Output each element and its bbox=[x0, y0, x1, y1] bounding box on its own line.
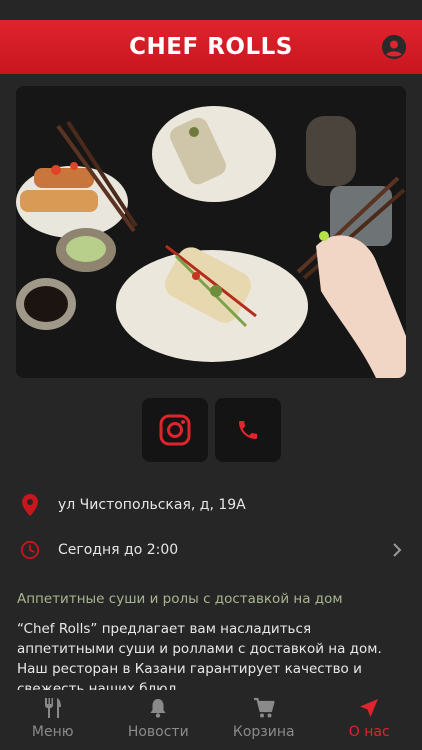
nav-cart[interactable]: Корзина bbox=[211, 690, 317, 750]
sushi-photo bbox=[16, 86, 406, 378]
clock-icon bbox=[20, 540, 40, 560]
nav-news[interactable]: Новости bbox=[106, 690, 212, 750]
nav-news-label: Новости bbox=[127, 724, 189, 740]
nav-about-label: О нас bbox=[348, 724, 390, 740]
status-bar bbox=[0, 0, 422, 20]
instagram-icon bbox=[159, 414, 191, 446]
nav-about[interactable]: О нас bbox=[317, 690, 422, 750]
hours-row[interactable]: Сегодня до 2:00 bbox=[0, 535, 422, 565]
about-title: Аппетитные суши и ролы с доставкой на до… bbox=[17, 591, 343, 607]
hero-image bbox=[16, 86, 406, 378]
instagram-button[interactable] bbox=[142, 398, 208, 462]
profile-button[interactable] bbox=[382, 35, 406, 59]
location-pin-icon bbox=[22, 494, 38, 516]
fork-knife-icon bbox=[44, 698, 61, 718]
nav-menu[interactable]: Меню bbox=[0, 690, 106, 750]
phone-button[interactable] bbox=[215, 398, 281, 462]
navigation-arrow-icon bbox=[360, 699, 379, 717]
address-row[interactable]: ул Чистопольская, д, 19А bbox=[0, 490, 422, 520]
brand-logo: CHEF ROLLS bbox=[129, 34, 293, 60]
hours-text: Сегодня до 2:00 bbox=[58, 542, 179, 558]
account-icon bbox=[382, 35, 406, 59]
address-text: ул Чистопольская, д, 19А bbox=[58, 497, 246, 513]
app-header: CHEF ROLLS bbox=[0, 20, 422, 74]
phone-icon bbox=[239, 421, 257, 439]
cart-icon bbox=[253, 697, 275, 718]
bell-icon bbox=[150, 699, 166, 718]
about-text: “Chef Rolls” предлагает вам насладиться … bbox=[17, 621, 382, 697]
nav-menu-label: Меню bbox=[31, 724, 74, 740]
chevron-right-icon bbox=[393, 543, 402, 557]
nav-cart-label: Корзина bbox=[232, 724, 295, 740]
bottom-navigation: Меню Новости Корзина О нас bbox=[0, 690, 422, 750]
